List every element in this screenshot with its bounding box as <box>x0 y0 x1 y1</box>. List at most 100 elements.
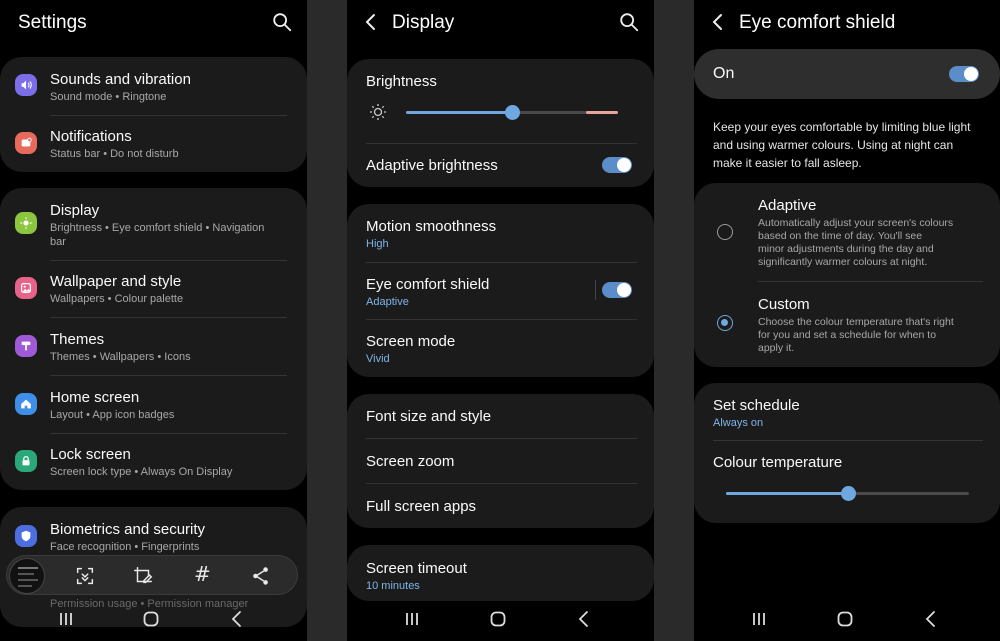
custom-settings-card: Set schedule Always on Colour temperatur… <box>694 383 1000 523</box>
home-screen-icon <box>15 393 37 415</box>
custom-radio[interactable] <box>717 315 733 331</box>
mode-card: Adaptive Automatically adjust your scree… <box>694 183 1000 367</box>
notifications-title: Notifications <box>50 128 132 145</box>
description-line: make it easier to fall asleep. <box>713 156 862 170</box>
back-arrow-icon[interactable] <box>708 10 728 34</box>
back-icon[interactable] <box>921 609 941 629</box>
settings-item-lock-screen[interactable]: Lock screen Screen lock type • Always On… <box>0 433 307 490</box>
sound-icon <box>15 74 37 96</box>
brightness-card: Brightness Adaptive brightness <box>347 59 654 187</box>
screenshot-thumbnail[interactable] <box>9 558 45 594</box>
wallpaper-title: Wallpaper and style <box>50 273 182 290</box>
adaptive-brightness-label: Adaptive brightness <box>366 157 498 174</box>
share-icon[interactable] <box>250 565 272 587</box>
themes-title: Themes <box>50 331 105 348</box>
eye-comfort-value: Adaptive <box>366 296 409 308</box>
colour-temperature-slider-fill <box>726 492 848 495</box>
motion-smoothness-value: High <box>366 238 389 250</box>
home-icon[interactable] <box>141 609 161 629</box>
home-screen-subtitle: Layout • App icon badges <box>50 409 175 421</box>
master-switch-bar[interactable]: On <box>694 49 1000 99</box>
set-schedule-value: Always on <box>713 417 764 429</box>
page-title: Settings <box>18 12 87 33</box>
screen-mode-value: Vivid <box>366 353 390 365</box>
adaptive-option[interactable]: Adaptive Automatically adjust your scree… <box>694 183 1000 281</box>
adaptive-description-line: significantly warmer colours at night. <box>758 256 928 268</box>
screen-timeout-value: 10 minutes <box>366 580 420 592</box>
back-icon[interactable] <box>574 609 594 629</box>
home-icon[interactable] <box>835 609 855 629</box>
description-line: and using warmer colours. Using at night… <box>713 138 954 152</box>
master-switch-toggle[interactable] <box>949 66 979 82</box>
eye-comfort-toggle[interactable] <box>602 282 632 298</box>
notifications-icon <box>15 132 37 154</box>
adaptive-radio[interactable] <box>717 224 733 240</box>
home-screen-title: Home screen <box>50 389 140 406</box>
adaptive-description-line: Automatically adjust your screen's colou… <box>758 217 954 229</box>
wallpaper-icon <box>15 277 37 299</box>
master-switch-label: On <box>713 65 735 82</box>
lock-screen-title: Lock screen <box>50 446 131 463</box>
screen-mode-title: Screen mode <box>366 333 456 350</box>
edit-icon[interactable] <box>132 565 154 587</box>
settings-item-display[interactable]: Display Brightness • Eye comfort shield … <box>0 188 307 260</box>
screen-mode-row[interactable]: Screen mode Vivid <box>347 319 654 377</box>
settings-screen: Settings Sounds and vibration Sound mode… <box>0 0 307 641</box>
eye-comfort-title: Eye comfort shield <box>366 276 490 293</box>
custom-option[interactable]: Custom Choose the colour temperature tha… <box>694 282 1000 367</box>
settings-item-notifications[interactable]: Notifications Status bar • Do not distur… <box>0 115 307 172</box>
scroll-capture-icon[interactable] <box>74 565 96 587</box>
settings-item-themes[interactable]: Themes Themes • Wallpapers • Icons <box>0 317 307 375</box>
adaptive-description: Automatically adjust your screen's colou… <box>758 217 953 269</box>
wallpaper-subtitle: Wallpapers • Colour palette <box>50 293 184 305</box>
settings-header: Settings <box>0 0 307 46</box>
settings-group-1: Sounds and vibration Sound mode • Ringto… <box>0 57 307 172</box>
search-icon[interactable] <box>618 11 640 33</box>
motion-smoothness-row[interactable]: Motion smoothness High <box>347 204 654 262</box>
settings-group-2: Display Brightness • Eye comfort shield … <box>0 188 307 490</box>
divider <box>713 440 983 441</box>
biometrics-title: Biometrics and security <box>50 521 206 538</box>
font-card: Font size and style Screen zoom Full scr… <box>347 394 654 528</box>
description: Keep your eyes comfortable by limiting b… <box>713 118 970 172</box>
screen-zoom-row[interactable]: Screen zoom <box>347 439 654 483</box>
eye-comfort-row[interactable]: Eye comfort shield Adaptive <box>347 262 654 319</box>
display-subtitle: Brightness • Eye comfort shield • Naviga… <box>50 222 265 234</box>
settings-item-wallpaper[interactable]: Wallpaper and style Wallpapers • Colour … <box>0 260 307 317</box>
recent-apps-icon[interactable] <box>402 609 422 629</box>
lock-screen-subtitle: Screen lock type • Always On Display <box>50 466 233 478</box>
eye-comfort-header: Eye comfort shield <box>694 0 1000 46</box>
brightness-slider-thumb[interactable] <box>505 105 520 120</box>
hashtag-icon[interactable]: # <box>194 562 211 586</box>
settings-item-biometrics[interactable]: Biometrics and security Face recognition… <box>0 507 307 557</box>
adaptive-title: Adaptive <box>758 197 817 214</box>
back-icon[interactable] <box>227 609 247 629</box>
display-title: Display <box>50 202 100 219</box>
motion-card: Motion smoothness High Eye comfort shiel… <box>347 204 654 377</box>
adaptive-brightness-row[interactable]: Adaptive brightness <box>347 144 654 187</box>
font-size-row[interactable]: Font size and style <box>347 394 654 438</box>
custom-description: Choose the colour temperature that's rig… <box>758 316 954 355</box>
colour-temperature-slider-thumb[interactable] <box>841 486 856 501</box>
themes-icon <box>15 335 37 357</box>
timeout-card: Screen timeout 10 minutes <box>347 545 654 601</box>
themes-subtitle: Themes • Wallpapers • Icons <box>50 351 191 363</box>
motion-smoothness-title: Motion smoothness <box>366 218 497 235</box>
settings-item-sounds[interactable]: Sounds and vibration Sound mode • Ringto… <box>0 57 307 115</box>
custom-title: Custom <box>758 296 810 313</box>
screen-timeout-row[interactable]: Screen timeout 10 minutes <box>347 545 654 601</box>
brightness-extra-range <box>586 111 618 114</box>
brightness-label: Brightness <box>366 73 437 90</box>
set-schedule-title: Set schedule <box>713 397 800 414</box>
sun-icon <box>370 104 386 120</box>
recent-apps-icon[interactable] <box>749 609 769 629</box>
adaptive-brightness-toggle[interactable] <box>602 157 632 173</box>
search-icon[interactable] <box>271 11 293 33</box>
home-icon[interactable] <box>488 609 508 629</box>
full-screen-apps-row[interactable]: Full screen apps <box>347 484 654 528</box>
recent-apps-icon[interactable] <box>56 609 76 629</box>
settings-item-home-screen[interactable]: Home screen Layout • App icon badges <box>0 375 307 433</box>
set-schedule-row[interactable]: Set schedule Always on <box>694 383 1000 440</box>
back-arrow-icon[interactable] <box>361 10 381 34</box>
adaptive-description-line: minor adjustments during the day and <box>758 243 934 255</box>
